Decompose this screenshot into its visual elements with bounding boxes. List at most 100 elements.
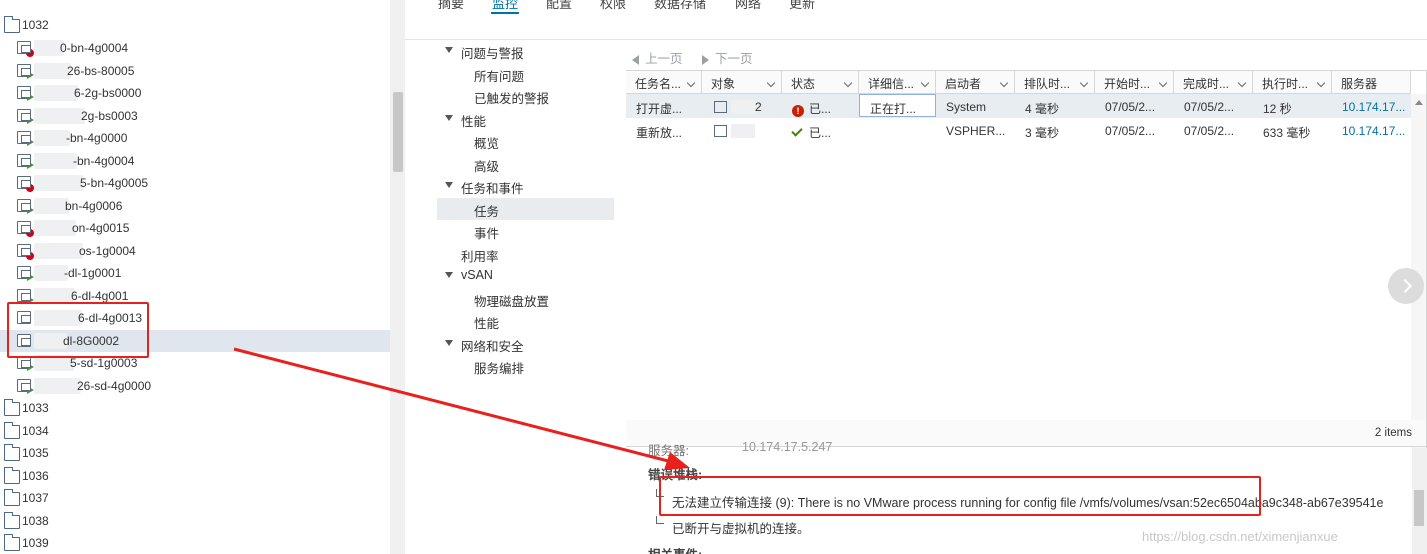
- tree-vm-row[interactable]: 5-bn-4g0005: [0, 172, 390, 194]
- chevron-down-icon[interactable]: [445, 47, 453, 53]
- chevron-down-icon[interactable]: [445, 182, 453, 188]
- nav-item[interactable]: 物理磁盘放置: [437, 288, 614, 310]
- tree-scrollbar[interactable]: [390, 0, 405, 554]
- table-cell-server[interactable]: 10.174.17...: [1332, 118, 1411, 142]
- chevron-down-icon[interactable]: [1316, 78, 1326, 88]
- nav-item[interactable]: 网络和安全: [437, 333, 614, 355]
- tree-vm-row[interactable]: 26-sd-4g0000: [0, 375, 390, 397]
- redacted-text: [731, 100, 755, 114]
- tab-configure[interactable]: 配置: [546, 0, 572, 12]
- nav-item-label: 任务和事件: [461, 182, 524, 196]
- tree-folder-row[interactable]: 1039: [0, 532, 390, 554]
- column-header[interactable]: 启动者: [936, 71, 1015, 94]
- powered-on-icon: [27, 116, 34, 124]
- tab-permissions[interactable]: 权限: [600, 0, 626, 12]
- column-header[interactable]: 服务器: [1332, 71, 1411, 94]
- folder-icon: [4, 534, 20, 551]
- nav-item[interactable]: 任务: [437, 197, 614, 220]
- table-cell-object[interactable]: [702, 118, 782, 142]
- chevron-down-icon[interactable]: [686, 78, 696, 88]
- chevron-down-icon[interactable]: [1079, 78, 1089, 88]
- tab-networks[interactable]: 网络: [735, 0, 761, 12]
- nav-item[interactable]: 高级: [437, 153, 614, 175]
- tree-vm-row[interactable]: -bn-4g0004: [0, 150, 390, 172]
- chevron-down-icon[interactable]: [445, 272, 453, 278]
- tab-monitor[interactable]: 监控: [492, 0, 518, 12]
- chevron-down-icon[interactable]: [445, 339, 453, 346]
- vm-label: dl-8G0002: [63, 334, 120, 348]
- vm-label: 5-bn-4g0005: [80, 176, 149, 190]
- nav-item[interactable]: 概览: [437, 130, 614, 152]
- column-header[interactable]: 完成时...: [1174, 71, 1253, 94]
- table-cell-object[interactable]: 2: [702, 94, 782, 118]
- tree-folder-row[interactable]: 1033: [0, 397, 390, 419]
- prev-page-button[interactable]: 上一页: [632, 48, 683, 67]
- next-page-button[interactable]: 下一页: [702, 48, 753, 67]
- tab-datastores[interactable]: 数据存储: [654, 0, 706, 12]
- column-header[interactable]: 排队时...: [1015, 71, 1095, 94]
- vm-label: -bn-4g0004: [73, 154, 135, 168]
- chevron-down-icon[interactable]: [920, 78, 930, 88]
- chevron-down-icon[interactable]: [999, 78, 1009, 88]
- expand-panel-button[interactable]: [1388, 268, 1424, 304]
- nav-item[interactable]: 服务编排: [437, 355, 614, 377]
- cell-text: 07/05/2...: [1105, 100, 1156, 114]
- tree-vm-row[interactable]: bn-4g0006: [0, 195, 390, 217]
- chevron-down-icon[interactable]: [766, 78, 776, 88]
- column-header[interactable]: 开始时...: [1095, 71, 1174, 94]
- tree-folder-row[interactable]: 1038: [0, 510, 390, 532]
- column-header[interactable]: 详细信...: [859, 71, 936, 94]
- folder-icon: [4, 422, 20, 439]
- tree-folder-row[interactable]: 1034: [0, 420, 390, 442]
- scroll-up-icon[interactable]: [1415, 100, 1423, 105]
- nav-item[interactable]: 利用率: [437, 243, 614, 265]
- tree-vm-row[interactable]: os-1g0004: [0, 240, 390, 262]
- tree-vm-row[interactable]: dl-8G0002: [0, 330, 390, 352]
- chevron-down-icon[interactable]: [1158, 78, 1168, 88]
- tree-vm-row[interactable]: -dl-1g0001: [0, 262, 390, 284]
- error-badge-icon: [26, 229, 34, 237]
- column-header-label: 服务器: [1341, 77, 1378, 91]
- chevron-down-icon[interactable]: [445, 114, 453, 121]
- redacted-text: [34, 85, 78, 101]
- tree-scrollbar-thumb[interactable]: [393, 92, 403, 172]
- tree-vm-row[interactable]: on-4g0015: [0, 217, 390, 239]
- column-header[interactable]: 任务名...: [626, 71, 702, 94]
- chevron-down-icon[interactable]: [1237, 78, 1247, 88]
- nav-item[interactable]: 问题与警报: [437, 40, 614, 62]
- nav-item[interactable]: 已触发的警报: [437, 85, 614, 107]
- nav-item[interactable]: 性能: [437, 108, 614, 130]
- chevron-down-icon[interactable]: [843, 78, 853, 88]
- nav-item-label: 事件: [474, 227, 500, 241]
- tab-updates[interactable]: 更新: [789, 0, 815, 12]
- nav-item[interactable]: vSAN: [437, 265, 614, 287]
- column-header[interactable]: 执行时...: [1253, 71, 1332, 94]
- vm-icon: [17, 154, 34, 169]
- nav-item[interactable]: 性能: [437, 310, 614, 332]
- tree-folder-row[interactable]: 1032: [0, 14, 390, 36]
- tab-summary[interactable]: 摘要: [438, 0, 464, 12]
- folder-icon: [4, 16, 20, 33]
- details-scrollbar-thumb[interactable]: [1414, 490, 1424, 526]
- tree-vm-row[interactable]: 0-bn-4g0004: [0, 37, 390, 59]
- column-header[interactable]: 对象: [702, 71, 782, 94]
- nav-item[interactable]: 任务和事件: [437, 175, 614, 197]
- table-cell-exec: 12 秒: [1253, 94, 1332, 118]
- tree-vm-row[interactable]: 6-dl-4g001: [0, 285, 390, 307]
- tree-vm-row[interactable]: 2g-bs0003: [0, 105, 390, 127]
- table-cell-server[interactable]: 10.174.17...: [1332, 94, 1411, 118]
- tree-vm-row[interactable]: 26-bs-80005: [0, 60, 390, 82]
- tree-folder-row[interactable]: 1036: [0, 465, 390, 487]
- tree-folder-row[interactable]: 1035: [0, 442, 390, 464]
- redacted-text: [34, 108, 85, 124]
- tree-vm-row[interactable]: 5-sd-1g0003: [0, 352, 390, 374]
- column-header[interactable]: 状态: [782, 71, 859, 94]
- tree-vm-row[interactable]: 6-2g-bs0000: [0, 82, 390, 104]
- folder-icon: [4, 399, 20, 416]
- nav-item[interactable]: 所有问题: [437, 63, 614, 85]
- tree-vm-row[interactable]: -bn-4g0000: [0, 127, 390, 149]
- tree-folder-row[interactable]: 1037: [0, 487, 390, 509]
- tree-vm-row[interactable]: 6-dl-4g0013: [0, 307, 390, 329]
- folder-label: 1034: [22, 424, 49, 438]
- nav-item[interactable]: 事件: [437, 220, 614, 242]
